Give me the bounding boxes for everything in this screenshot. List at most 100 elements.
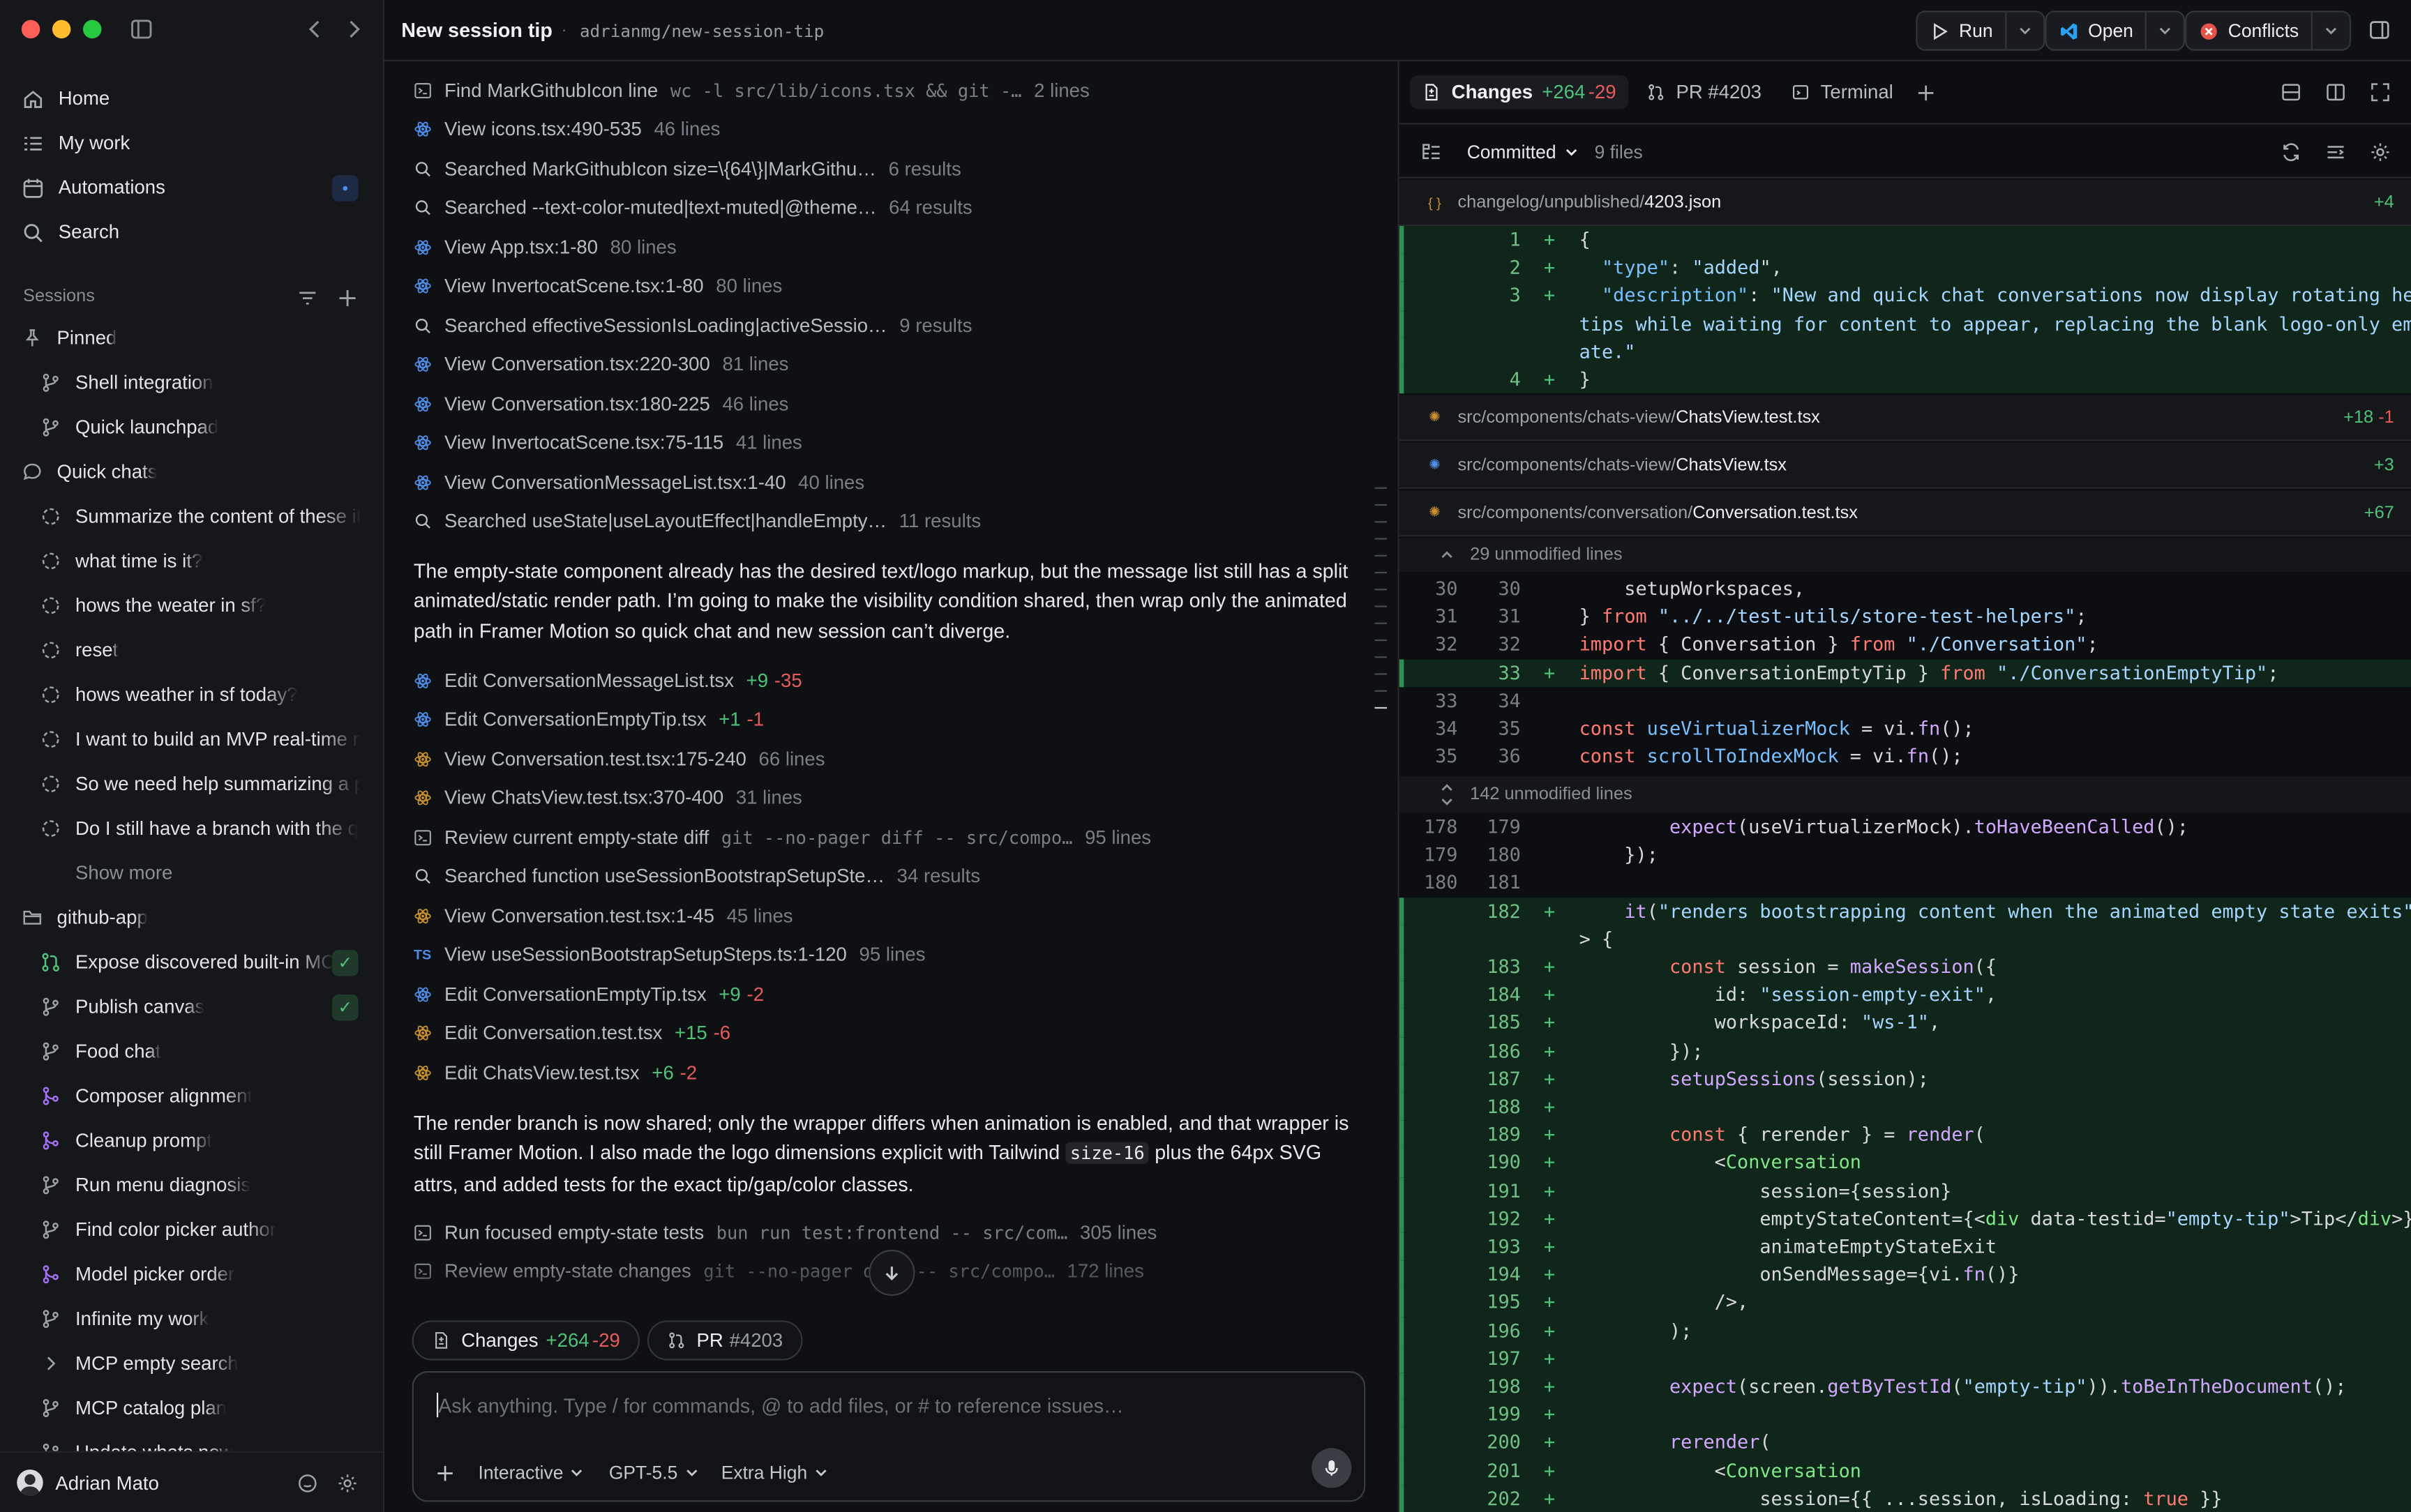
scroll-minimap[interactable] [1374, 487, 1388, 724]
tool-call-row[interactable]: Searched effectiveSessionIsLoading|activ… [414, 310, 972, 341]
hunk-expander[interactable]: 29 unmodified lines [1399, 538, 2411, 572]
tool-call-row[interactable]: Edit ConversationMessageList.tsx +9 -35 [414, 665, 802, 696]
zoom-window-button[interactable] [83, 20, 102, 39]
diff-settings-icon[interactable] [2370, 142, 2391, 163]
new-session-icon[interactable] [337, 287, 359, 309]
repo-session-item[interactable]: Find color picker author [40, 1210, 361, 1250]
hunk-expander[interactable]: 142 unmodified lines [1399, 776, 2411, 813]
nav-item-2[interactable]: Automations [22, 167, 368, 207]
microphone-button[interactable] [1312, 1448, 1352, 1488]
conflicts-dropdown[interactable] [2313, 23, 2350, 38]
tool-call-row[interactable]: View Conversation.tsx:180-225 46 lines [414, 388, 788, 419]
tool-call-row[interactable]: View ConversationMessageList.tsx:1-40 40 … [414, 467, 864, 497]
tool-call-row[interactable]: View Conversation.test.tsx:175-240 66 lin… [414, 744, 825, 775]
quick-chat-item[interactable]: what time is it? [40, 541, 361, 581]
tab-terminal[interactable]: Terminal [1792, 75, 1893, 109]
open-button[interactable]: Open [2047, 12, 2147, 50]
model-selector[interactable]: GPT-5.5 [609, 1462, 699, 1483]
quick-chat-item[interactable]: I want to build an MVP real-time n [40, 720, 361, 759]
settings-icon[interactable] [337, 1473, 359, 1495]
expand-icon[interactable] [2370, 82, 2391, 103]
repo-session-item[interactable]: Composer alignment [40, 1076, 361, 1116]
show-more-link[interactable]: Show more [40, 853, 361, 893]
pinned-session[interactable]: Quick launchpad [40, 407, 361, 447]
open-dropdown[interactable] [2147, 23, 2184, 38]
conflicts-button[interactable]: Conflicts [2186, 12, 2313, 50]
sidebar-toggle-icon[interactable] [129, 17, 153, 41]
tool-call-row[interactable]: Searched --text-color-muted|text-muted|@… [414, 192, 972, 223]
commit-filter-dropdown[interactable]: Committed [1467, 142, 1579, 163]
nav-item-1[interactable]: My work [22, 123, 368, 162]
tab-pr[interactable]: PR #4203 [1647, 75, 1762, 109]
branch-name[interactable]: adrianmg/new-session-tip [580, 22, 824, 42]
tool-call-row[interactable]: Edit ChatsView.test.tsx +6 -2 [414, 1057, 697, 1087]
tool-call-row[interactable]: View App.tsx:1-80 80 lines [414, 232, 677, 262]
composer-input[interactable]: Ask anything. Type / for commands, @ to … [438, 1394, 1124, 1417]
tool-call-row[interactable]: Edit Conversation.test.tsx +15 -6 [414, 1018, 730, 1048]
mode-selector[interactable]: Interactive [478, 1462, 585, 1483]
quick-chat-item[interactable]: So we need help summarizing a p [40, 764, 361, 803]
quick-chat-item[interactable]: hows weather in sf today? [40, 675, 361, 715]
quick-chat-item[interactable]: hows the weater in sf? [40, 586, 361, 626]
tool-call-row[interactable]: Edit ConversationEmptyTip.tsx +9 -2 [414, 978, 764, 1009]
repo-session-item[interactable]: Model picker order [40, 1255, 361, 1294]
pr-chip[interactable]: PR #4203 [647, 1320, 803, 1361]
scroll-to-bottom-button[interactable] [869, 1249, 915, 1296]
tool-call-row[interactable]: TS View useSessionBootstrapSetupSteps.ts:… [414, 939, 926, 970]
tool-call-row[interactable]: Searched useState|useLayoutEffect|handle… [414, 506, 981, 536]
avatar[interactable] [17, 1469, 43, 1496]
tool-call-row[interactable]: Edit ConversationEmptyTip.tsx +1 -1 [414, 704, 764, 735]
repo-session-item[interactable]: Expose discovered built-in MC ✓ [40, 942, 361, 982]
file-header[interactable]: ✺ src/components/chats-view/ChatsView.tes… [1399, 395, 2411, 441]
feedback-icon[interactable] [296, 1473, 318, 1495]
layout-split-icon[interactable] [2325, 82, 2347, 103]
run-button[interactable]: Run [1918, 12, 2007, 50]
file-header[interactable]: ✺ src/components/conversation/Conversatio… [1399, 490, 2411, 537]
file-header[interactable]: ✺ src/components/chats-view/ChatsView.tsx… [1399, 442, 2411, 489]
file-tree-icon[interactable] [1421, 142, 1443, 163]
collapse-all-icon[interactable] [2325, 142, 2347, 163]
tool-call-row[interactable]: View Conversation.tsx:220-300 81 lines [414, 349, 788, 380]
tool-call-row[interactable]: View icons.tsx:490-535 46 lines [414, 114, 720, 145]
add-tab-icon[interactable] [1916, 83, 1936, 103]
back-icon[interactable] [303, 17, 327, 41]
repo-session-item[interactable]: Cleanup prompt [40, 1121, 361, 1161]
repo-group[interactable]: github-app [22, 898, 361, 937]
tool-call-row[interactable]: Review current empty-state diff git --no-… [414, 822, 1151, 853]
tab-changes[interactable]: Changes +264 -29 [1410, 75, 1629, 109]
forward-icon[interactable] [341, 17, 366, 41]
tool-call-row[interactable]: Searched function useSessionBootstrapSet… [414, 861, 980, 892]
repo-session-item[interactable]: Infinite my work [40, 1299, 361, 1338]
attach-plus-icon[interactable] [435, 1463, 456, 1483]
pinned-group[interactable]: Pinned [22, 318, 361, 358]
tool-call-row[interactable]: Searched MarkGithubIcon size=\{64\}|Mark… [414, 153, 961, 184]
layout-stacked-icon[interactable] [2281, 82, 2302, 103]
user-name[interactable]: Adrian Mato [55, 1473, 159, 1495]
quick-chat-item[interactable]: Do I still have a branch with the q [40, 808, 361, 848]
repo-session-item[interactable]: MCP catalog plan [40, 1388, 361, 1428]
tool-call-row[interactable]: Run focused empty-state tests bun run tes… [414, 1218, 1157, 1248]
tool-call-row[interactable]: View Conversation.test.tsx:1-45 45 lines [414, 900, 793, 931]
close-window-button[interactable] [21, 20, 40, 39]
repo-session-item[interactable]: MCP empty search [40, 1343, 361, 1383]
tool-call-row[interactable]: View InvertocatScene.tsx:1-80 80 lines [414, 271, 782, 301]
tool-call-row[interactable]: View ChatsView.test.tsx:370-400 31 lines [414, 783, 802, 814]
minimize-window-button[interactable] [52, 20, 71, 39]
effort-selector[interactable]: Extra High [721, 1462, 829, 1483]
nav-item-3[interactable]: Search [22, 212, 368, 252]
filter-icon[interactable] [296, 287, 318, 309]
repo-session-item[interactable]: Publish canvas ✓ [40, 987, 361, 1027]
refresh-icon[interactable] [2281, 142, 2302, 163]
quick-chat-item[interactable]: reset [40, 630, 361, 670]
tool-call-row[interactable]: View InvertocatScene.tsx:75-115 41 lines [414, 428, 802, 458]
repo-session-item[interactable]: Run menu diagnosis [40, 1165, 361, 1205]
composer[interactable]: Ask anything. Type / for commands, @ to … [412, 1371, 1366, 1502]
tool-call-row[interactable]: Find MarkGithubIcon line wc -l src/lib/ic… [414, 75, 1090, 106]
file-header[interactable]: { } changelog/unpublished/4203.json +4 [1399, 179, 2411, 227]
nav-item-0[interactable]: Home [22, 78, 368, 118]
pinned-session[interactable]: Shell integration [40, 363, 361, 402]
quick-chat-item[interactable]: Summarize the content of these it [40, 497, 361, 536]
run-dropdown[interactable] [2006, 23, 2043, 38]
quick-chats-group[interactable]: Quick chats [22, 452, 361, 492]
changes-chip[interactable]: Changes +264 -29 [412, 1320, 640, 1361]
